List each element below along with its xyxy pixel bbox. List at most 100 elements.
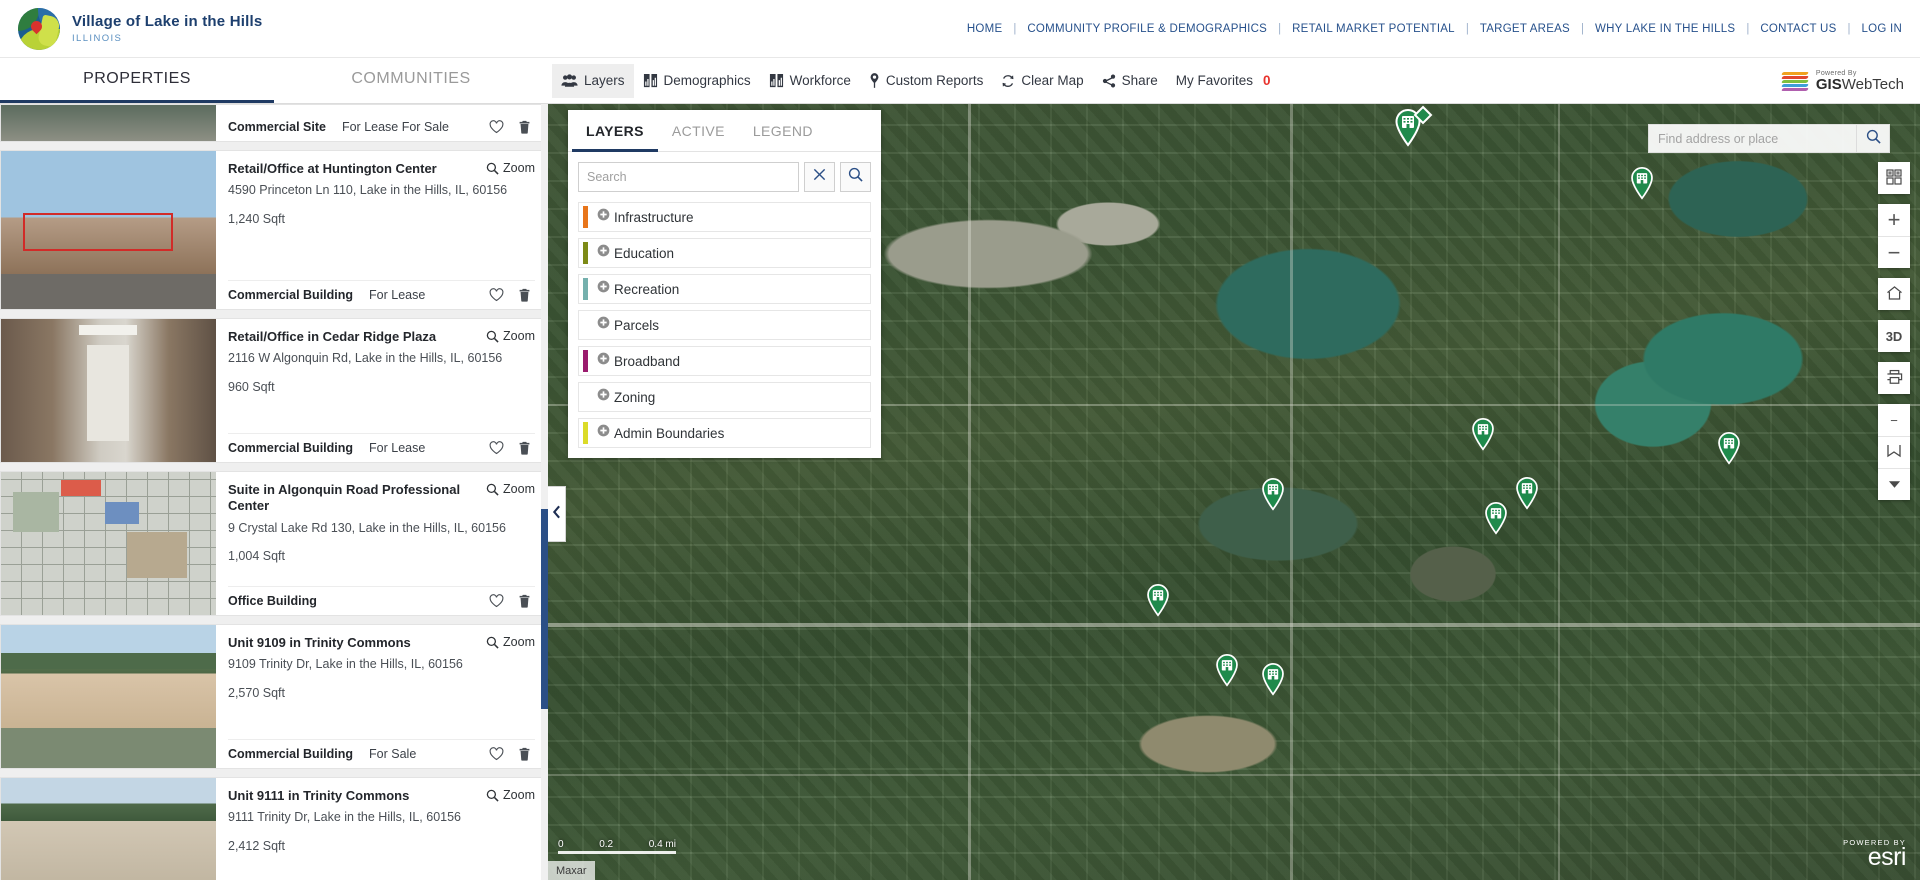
property-sqft: 2,570 Sqft <box>228 685 285 700</box>
list-item[interactable]: Commercial Site For Lease For Sale <box>0 104 548 142</box>
tab-properties[interactable]: PROPERTIES <box>0 58 274 103</box>
nav-separator: | <box>1847 22 1851 35</box>
layers-search-input[interactable] <box>578 162 799 192</box>
nav-link-log-in[interactable]: LOG IN <box>1860 23 1904 35</box>
delete-trash-icon[interactable] <box>518 441 531 455</box>
three-d-view-button[interactable]: 3D <box>1878 320 1910 352</box>
zoom-to-property-button[interactable]: Zoom <box>486 788 535 802</box>
run-search-button[interactable] <box>840 162 871 192</box>
collapse-panel-button[interactable] <box>548 486 566 542</box>
scrollbar-thumb[interactable] <box>541 509 548 709</box>
property-marker[interactable] <box>1629 166 1655 206</box>
favorite-heart-icon[interactable] <box>489 288 504 302</box>
zoom-to-property-button[interactable]: Zoom <box>486 482 535 496</box>
plus-circle-icon[interactable] <box>597 208 610 226</box>
property-marker[interactable] <box>1483 501 1509 541</box>
brand[interactable]: Village of Lake in the Hills ILLINOIS <box>0 7 262 50</box>
nav-link-contact-us[interactable]: CONTACT US <box>1758 23 1838 35</box>
layer-label: Infrastructure <box>614 209 694 225</box>
nav-link-why-lake-in-the-hills[interactable]: WHY LAKE IN THE HILLS <box>1593 23 1737 35</box>
nav-link-home[interactable]: HOME <box>965 23 1005 35</box>
favorite-heart-icon[interactable] <box>489 747 504 761</box>
plus-circle-icon[interactable] <box>597 280 610 298</box>
layer-item-infrastructure[interactable]: Infrastructure <box>578 202 871 232</box>
property-marker[interactable] <box>1514 476 1540 516</box>
plus-circle-icon[interactable] <box>597 316 610 334</box>
property-list-scrollbar[interactable] <box>541 104 548 880</box>
property-marker-cluster[interactable] <box>1410 104 1436 139</box>
property-marker[interactable] <box>1214 653 1240 693</box>
property-title[interactable]: Unit 9111 in Trinity Commons <box>228 788 409 804</box>
delete-trash-icon[interactable] <box>518 288 531 302</box>
delete-trash-icon[interactable] <box>518 594 531 608</box>
property-marker[interactable] <box>1716 431 1742 471</box>
zoom-out-button[interactable]: − <box>1878 236 1910 268</box>
list-item[interactable]: Retail/Office at Huntington Center Zoom … <box>0 150 548 310</box>
property-title[interactable]: Retail/Office in Cedar Ridge Plaza <box>228 329 436 345</box>
nav-link-target-areas[interactable]: TARGET AREAS <box>1478 23 1572 35</box>
plus-circle-icon[interactable] <box>597 352 610 370</box>
tool-custom-reports[interactable]: Custom Reports <box>860 64 993 98</box>
map-search-button[interactable] <box>1856 125 1889 152</box>
property-title[interactable]: Suite in Algonquin Road Professional Cen… <box>228 482 478 515</box>
scalebar-bar <box>558 851 676 854</box>
layer-item-admin-boundaries[interactable]: Admin Boundaries <box>578 418 871 448</box>
layer-item-education[interactable]: Education <box>578 238 871 268</box>
layer-label: Zoning <box>614 389 656 405</box>
clear-search-button[interactable] <box>804 162 835 192</box>
property-title[interactable]: Unit 9109 in Trinity Commons <box>228 635 411 651</box>
zoom-to-property-button[interactable]: Zoom <box>486 329 535 343</box>
property-title[interactable]: Retail/Office at Huntington Center <box>228 161 437 177</box>
property-address: 2116 W Algonquin Rd, Lake in the Hills, … <box>228 351 503 366</box>
layer-item-zoning[interactable]: Zoning <box>578 382 871 412</box>
plus-circle-icon[interactable] <box>597 244 610 262</box>
tool-share[interactable]: Share <box>1093 64 1167 98</box>
layer-label: Broadband <box>614 353 681 369</box>
list-item[interactable]: Suite in Algonquin Road Professional Cen… <box>0 471 548 616</box>
home-extent-button[interactable] <box>1878 278 1910 310</box>
list-item[interactable]: Unit 9109 in Trinity Commons Zoom 9109 T… <box>0 624 548 769</box>
list-item[interactable]: Unit 9111 in Trinity Commons Zoom 9111 T… <box>0 777 548 880</box>
nav-link-retail-market-potential[interactable]: RETAIL MARKET POTENTIAL <box>1290 23 1457 35</box>
favorite-heart-icon[interactable] <box>489 120 504 134</box>
nav-link-community-profile[interactable]: COMMUNITY PROFILE & DEMOGRAPHICS <box>1025 23 1269 35</box>
delete-trash-icon[interactable] <box>518 747 531 761</box>
tool-my-favorites[interactable]: My Favorites 0 <box>1167 64 1280 98</box>
zoom-to-property-button[interactable]: Zoom <box>486 161 535 175</box>
tab-legend[interactable]: LEGEND <box>739 110 827 152</box>
plus-circle-icon[interactable] <box>597 388 610 406</box>
map-search-box[interactable] <box>1648 124 1890 153</box>
basemap-gallery-button[interactable] <box>1878 162 1910 194</box>
tab-layers[interactable]: LAYERS <box>572 110 658 152</box>
property-marker[interactable] <box>1260 477 1286 517</box>
layers-panel[interactable]: LAYERS ACTIVE LEGEND Search Infrastructu… <box>568 110 881 458</box>
tool-workforce[interactable]: Workforce <box>760 64 860 98</box>
zoom-to-property-button[interactable]: Zoom <box>486 635 535 649</box>
delete-trash-icon[interactable] <box>518 120 531 134</box>
property-list-panel[interactable]: Commercial Site For Lease For Sale Retai… <box>0 104 548 880</box>
draw-extent-button[interactable] <box>1878 436 1910 468</box>
plus-circle-icon[interactable] <box>597 424 610 442</box>
property-marker[interactable] <box>1470 417 1496 457</box>
map-viewport[interactable]: LAYERS ACTIVE LEGEND Search Infrastructu… <box>548 104 1920 880</box>
more-tools-button[interactable] <box>1878 468 1910 500</box>
tool-demographics[interactable]: Demographics <box>634 64 760 98</box>
zoom-in-button[interactable]: + <box>1878 204 1910 236</box>
layer-item-recreation[interactable]: Recreation <box>578 274 871 304</box>
property-marker[interactable] <box>1260 662 1286 702</box>
measure-distance-button[interactable]: − <box>1878 404 1910 436</box>
favorite-heart-icon[interactable] <box>489 594 504 608</box>
print-map-button[interactable] <box>1878 362 1910 394</box>
property-marker[interactable] <box>1145 583 1171 623</box>
tool-clear-map[interactable]: Clear Map <box>992 64 1092 98</box>
layer-item-parcels[interactable]: Parcels <box>578 310 871 340</box>
map-search-input[interactable] <box>1649 125 1856 152</box>
layer-item-broadband[interactable]: Broadband <box>578 346 871 376</box>
tab-active[interactable]: ACTIVE <box>658 110 739 152</box>
map-pin-icon <box>869 73 880 88</box>
favorite-heart-icon[interactable] <box>489 441 504 455</box>
webtech-label: WebTech <box>1841 75 1904 93</box>
list-item[interactable]: Retail/Office in Cedar Ridge Plaza Zoom … <box>0 318 548 463</box>
tool-layers[interactable]: Layers <box>552 63 634 98</box>
tab-communities[interactable]: COMMUNITIES <box>274 58 548 103</box>
